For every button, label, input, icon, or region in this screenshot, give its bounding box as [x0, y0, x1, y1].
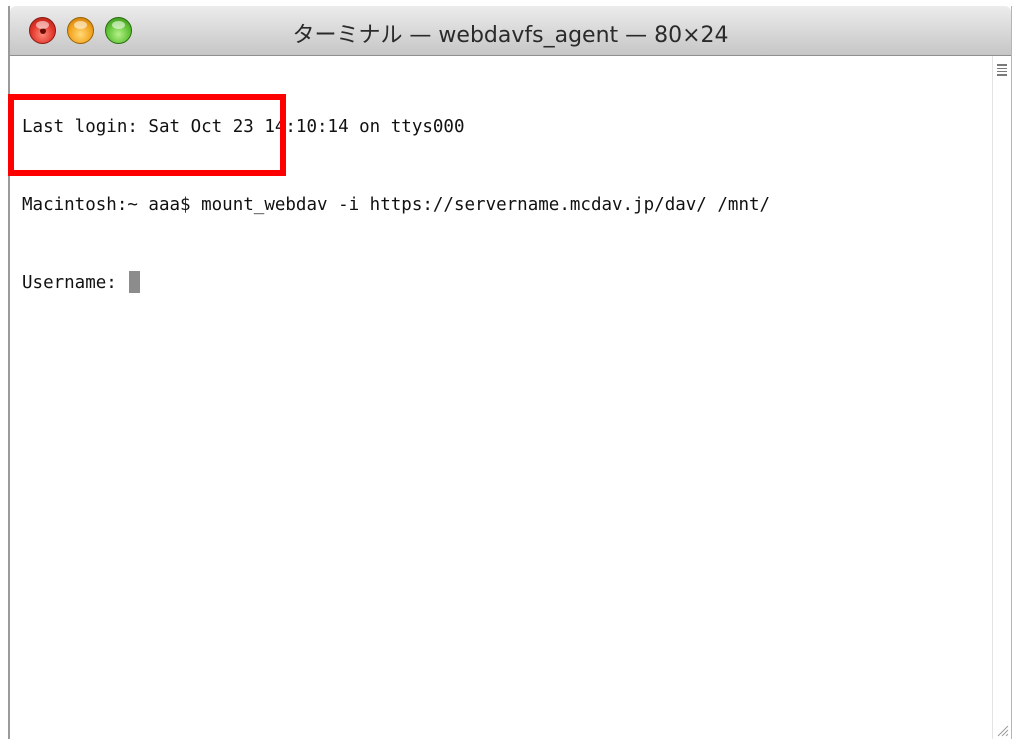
- zoom-button-icon[interactable]: [105, 17, 132, 44]
- terminal-line-command: Macintosh:~ aaa$ mount_webdav -i https:/…: [22, 195, 771, 215]
- minimize-button-icon[interactable]: [67, 17, 94, 44]
- close-dot: [40, 28, 46, 34]
- terminal-line-username-prompt: Username:: [22, 270, 989, 296]
- title-bar[interactable]: ターミナル — webdavfs_agent — 80×24: [10, 6, 1011, 56]
- close-button-icon[interactable]: [29, 17, 56, 44]
- split-view-icon[interactable]: [997, 64, 1007, 76]
- window-title: ターミナル — webdavfs_agent — 80×24: [292, 23, 729, 48]
- vertical-scrollbar[interactable]: [992, 56, 1011, 739]
- resize-grip-icon[interactable]: [995, 723, 1009, 737]
- username-prompt-text: Username:: [22, 273, 128, 293]
- text-cursor: [129, 271, 141, 293]
- highlight-box: [8, 94, 286, 176]
